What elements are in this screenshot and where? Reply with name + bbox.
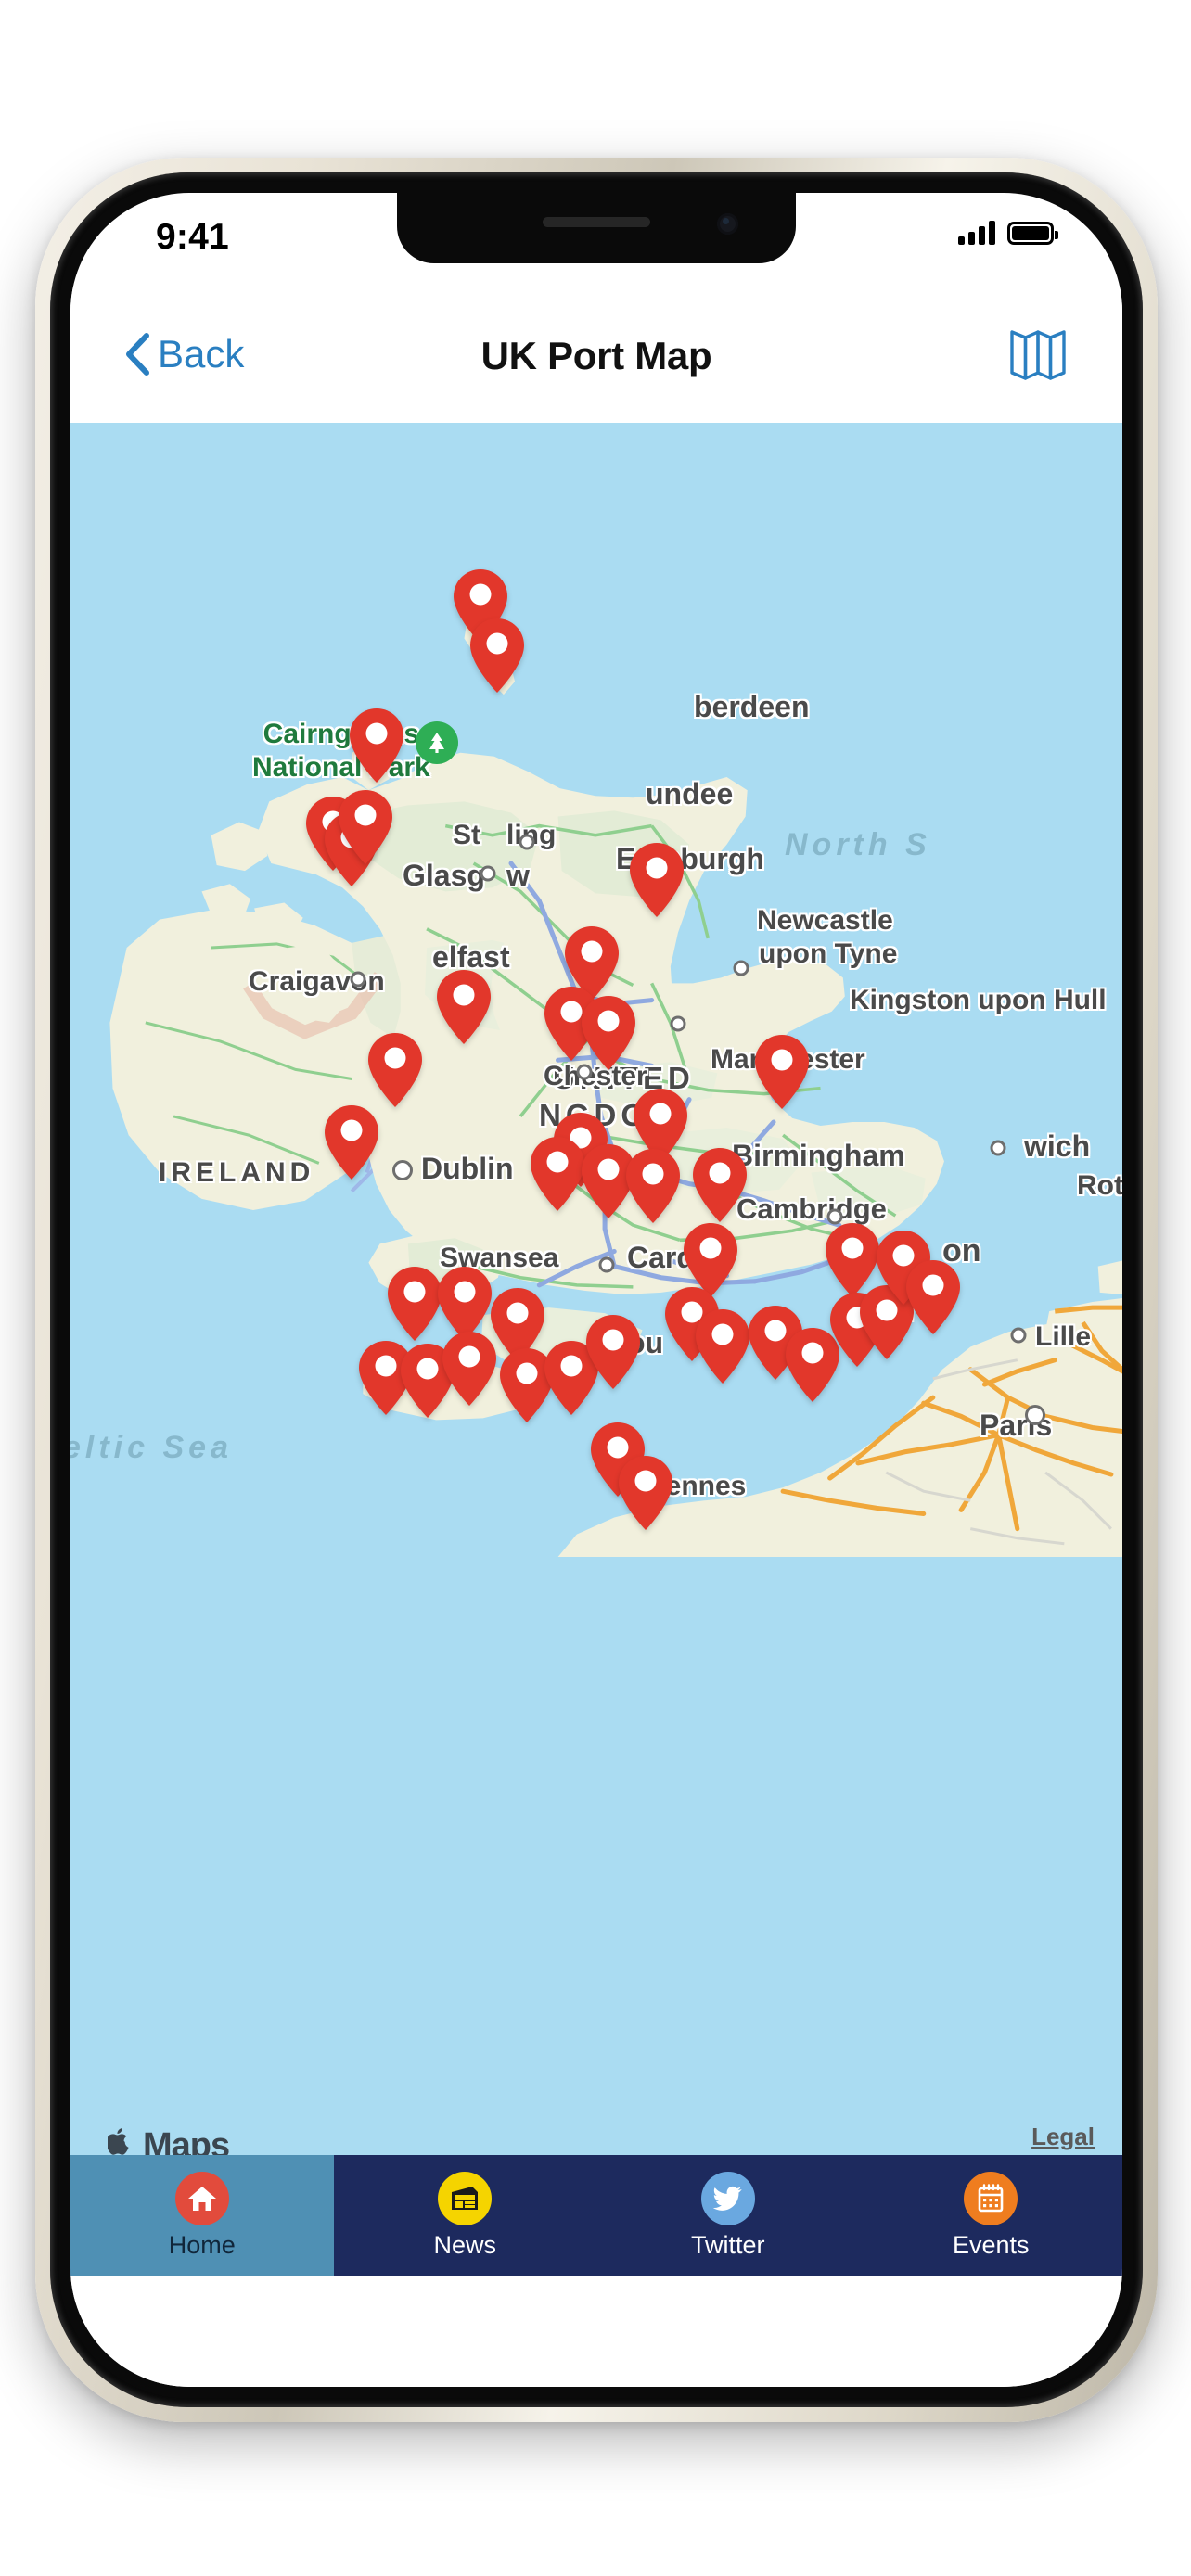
map-pin[interactable] [627,841,686,919]
tree-icon [429,733,444,753]
earpiece-speaker [543,217,650,227]
map-pin[interactable] [336,788,395,866]
news-icon [438,2171,493,2225]
map-pin[interactable] [903,1258,963,1336]
calendar-icon [964,2171,1018,2225]
navigation-bar: Back UK Port Map [70,286,1122,423]
map-pin[interactable] [440,1330,499,1408]
phone-frame: 9:41 Back UK Port Map North S eltic Sea … [35,158,1158,2422]
national-park-badge-icon [416,721,458,764]
page-title: UK Port Map [480,334,712,377]
tab-home-label: Home [168,2230,236,2259]
tab-news[interactable]: News [334,2155,597,2276]
map-view[interactable]: North S eltic Sea Cairngorms National Pa… [70,423,1122,2190]
tab-events[interactable]: Events [860,2155,1123,2276]
map-pin[interactable] [365,1031,425,1109]
front-camera-icon [717,213,738,235]
phone-screen: 9:41 Back UK Port Map North S eltic Sea … [70,193,1122,2387]
tab-events-label: Events [952,2230,1030,2259]
notch [397,193,796,263]
home-indicator-area [70,2276,1122,2387]
map-pin[interactable] [623,1147,683,1225]
twitter-icon [700,2171,755,2225]
status-bar-indicators [958,221,1058,245]
tab-twitter-label: Twitter [690,2230,765,2259]
legal-link[interactable]: Legal [1031,2123,1095,2151]
map-pin[interactable] [347,707,406,784]
home-icon [174,2171,229,2225]
map-pin[interactable] [467,617,527,695]
folded-map-icon [1010,330,1066,380]
cellular-signal-icon [958,221,995,245]
map-pin[interactable] [752,1033,812,1111]
map-toggle-button[interactable] [1009,326,1067,385]
map-pin[interactable] [322,1103,381,1181]
tab-news-label: News [433,2230,496,2259]
map-pin[interactable] [690,1146,749,1224]
map-pin[interactable] [693,1307,752,1385]
map-pin[interactable] [616,1454,675,1532]
status-bar-time: 9:41 [156,217,229,257]
tab-bar: Home News Twitter Events [70,2155,1122,2276]
battery-icon [1007,221,1058,245]
map-pin[interactable] [583,1313,643,1391]
tab-twitter[interactable]: Twitter [596,2155,860,2276]
tab-home[interactable]: Home [70,2155,334,2276]
map-pin[interactable] [434,968,493,1046]
map-pin[interactable] [579,994,638,1072]
phone-body: 9:41 Back UK Port Map North S eltic Sea … [50,172,1143,2407]
